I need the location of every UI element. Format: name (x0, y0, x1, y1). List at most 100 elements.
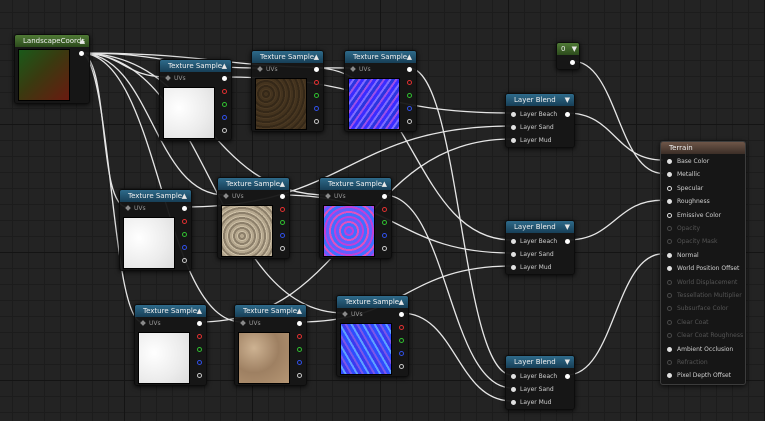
material-input-pin[interactable] (667, 239, 672, 245)
layer-blend-title[interactable]: Layer Blend ▼ (506, 356, 574, 368)
red-output-pin[interactable] (222, 89, 227, 94)
rgb-output-pin[interactable] (399, 312, 404, 317)
layer-input-pin[interactable] (511, 400, 516, 405)
texture-sample-title[interactable]: Texture Sample ▲ (160, 60, 231, 72)
alpha-output-pin[interactable] (182, 258, 187, 263)
red-output-pin[interactable] (407, 80, 412, 85)
rgb-output-pin[interactable] (197, 321, 202, 326)
green-output-pin[interactable] (280, 220, 285, 225)
texture-sample-node[interactable]: Texture Sample ▲ UVs (119, 189, 192, 271)
red-output-pin[interactable] (382, 207, 387, 212)
layer-blend-output-pin[interactable] (565, 374, 570, 379)
layer-input-pin[interactable] (511, 387, 516, 392)
material-input-pin[interactable] (667, 373, 672, 379)
collapse-triangle-icon[interactable]: ▼ (572, 45, 577, 53)
alpha-output-pin[interactable] (222, 128, 227, 133)
layer-input-pin[interactable] (511, 252, 516, 257)
texture-sample-node[interactable]: Texture Sample ▲ UVs (344, 50, 417, 132)
alpha-output-pin[interactable] (314, 119, 319, 124)
material-input-pin[interactable] (667, 185, 672, 191)
rgb-output-pin[interactable] (222, 76, 227, 81)
collapse-triangle-icon[interactable]: ▼ (565, 358, 570, 366)
constant-value-header[interactable]: 0 ▼ (557, 43, 579, 55)
red-output-pin[interactable] (197, 334, 202, 339)
blue-output-pin[interactable] (182, 245, 187, 250)
red-output-pin[interactable] (182, 219, 187, 224)
blue-output-pin[interactable] (222, 115, 227, 120)
material-input-pin[interactable] (667, 159, 672, 164)
red-output-pin[interactable] (297, 334, 302, 339)
red-output-pin[interactable] (399, 325, 404, 330)
texture-sample-node[interactable]: Texture Sample ▲ UVs (336, 295, 409, 377)
rgb-output-pin[interactable] (314, 67, 319, 72)
terrain-material-result-node[interactable]: Terrain Base Color Metallic Specular Roughn… (660, 141, 746, 385)
uv-input-pin-icon[interactable] (140, 320, 146, 326)
texture-sample-node[interactable]: Texture Sample ▲ UVs (217, 177, 290, 259)
layer-blend-output-pin[interactable] (565, 112, 570, 117)
layer-input-pin[interactable] (511, 265, 516, 270)
material-input-pin[interactable] (667, 333, 672, 339)
green-output-pin[interactable] (399, 338, 404, 343)
uv-input-pin-icon[interactable] (240, 320, 246, 326)
uv-input-pin-icon[interactable] (325, 193, 331, 199)
collapse-triangle-icon[interactable]: ▲ (222, 62, 227, 70)
material-input-pin[interactable] (667, 212, 672, 218)
uv-input-pin-icon[interactable] (257, 66, 263, 72)
collapse-triangle-icon[interactable]: ▲ (280, 180, 285, 188)
collapse-triangle-icon[interactable]: ▲ (314, 53, 319, 61)
alpha-output-pin[interactable] (399, 364, 404, 369)
layer-input-pin[interactable] (511, 374, 516, 379)
layer-blend-title[interactable]: Layer Blend ▼ (506, 221, 574, 233)
green-output-pin[interactable] (182, 232, 187, 237)
green-output-pin[interactable] (297, 347, 302, 352)
texture-sample-title[interactable]: Texture Sample ▲ (235, 305, 306, 317)
material-input-pin[interactable] (667, 293, 672, 298)
texture-sample-title[interactable]: Texture Sample ▲ (337, 296, 408, 308)
alpha-output-pin[interactable] (297, 373, 302, 378)
texture-sample-node[interactable]: Texture Sample ▲ UVs (251, 50, 324, 132)
blue-output-pin[interactable] (399, 351, 404, 356)
collapse-triangle-icon[interactable]: ▲ (399, 298, 404, 306)
material-input-pin[interactable] (667, 266, 672, 272)
constant-output-pin[interactable] (570, 60, 575, 65)
uv-input-pin-icon[interactable] (165, 75, 171, 81)
collapse-triangle-icon[interactable]: ▲ (182, 192, 187, 200)
uv-input-pin-icon[interactable] (350, 66, 356, 72)
blue-output-pin[interactable] (297, 360, 302, 365)
green-output-pin[interactable] (314, 93, 319, 98)
texture-sample-title[interactable]: Texture Sample ▲ (320, 178, 391, 190)
alpha-output-pin[interactable] (407, 119, 412, 124)
material-input-pin[interactable] (667, 279, 672, 285)
layer-blend-node[interactable]: Layer Blend ▼ Layer Beach Layer Sand Layer M… (505, 93, 575, 148)
texture-sample-title[interactable]: Texture Sample ▲ (135, 305, 206, 317)
landscape-coords-node[interactable]: LandscapeCoords ▲ (14, 34, 90, 104)
layer-blend-title[interactable]: Layer Blend ▼ (506, 94, 574, 106)
blue-output-pin[interactable] (314, 106, 319, 111)
collapse-triangle-icon[interactable]: ▼ (565, 223, 570, 231)
material-input-pin[interactable] (667, 360, 672, 365)
uv-input-pin-icon[interactable] (125, 205, 131, 211)
texture-sample-node[interactable]: Texture Sample ▲ UVs (159, 59, 232, 141)
green-output-pin[interactable] (222, 102, 227, 107)
green-output-pin[interactable] (382, 220, 387, 225)
alpha-output-pin[interactable] (280, 246, 285, 251)
texture-sample-title[interactable]: Texture Sample ▲ (345, 51, 416, 63)
rgb-output-pin[interactable] (182, 206, 187, 211)
rgb-output-pin[interactable] (297, 321, 302, 326)
collapse-triangle-icon[interactable]: ▲ (407, 53, 412, 61)
collapse-triangle-icon[interactable]: ▲ (197, 307, 202, 315)
constant-node[interactable]: 0 ▼ (556, 42, 580, 70)
red-output-pin[interactable] (314, 80, 319, 85)
green-output-pin[interactable] (407, 93, 412, 98)
uv-input-pin-icon[interactable] (342, 311, 348, 317)
material-input-pin[interactable] (667, 252, 672, 258)
texture-sample-node[interactable]: Texture Sample ▲ UVs (134, 304, 207, 386)
blue-output-pin[interactable] (382, 233, 387, 238)
layer-input-pin[interactable] (511, 125, 516, 130)
green-output-pin[interactable] (197, 347, 202, 352)
layer-blend-output-pin[interactable] (565, 239, 570, 244)
material-input-pin[interactable] (667, 199, 672, 205)
layer-blend-node[interactable]: Layer Blend ▼ Layer Beach Layer Sand Layer M… (505, 220, 575, 275)
uv-input-pin-icon[interactable] (223, 193, 229, 199)
material-input-pin[interactable] (667, 306, 672, 312)
